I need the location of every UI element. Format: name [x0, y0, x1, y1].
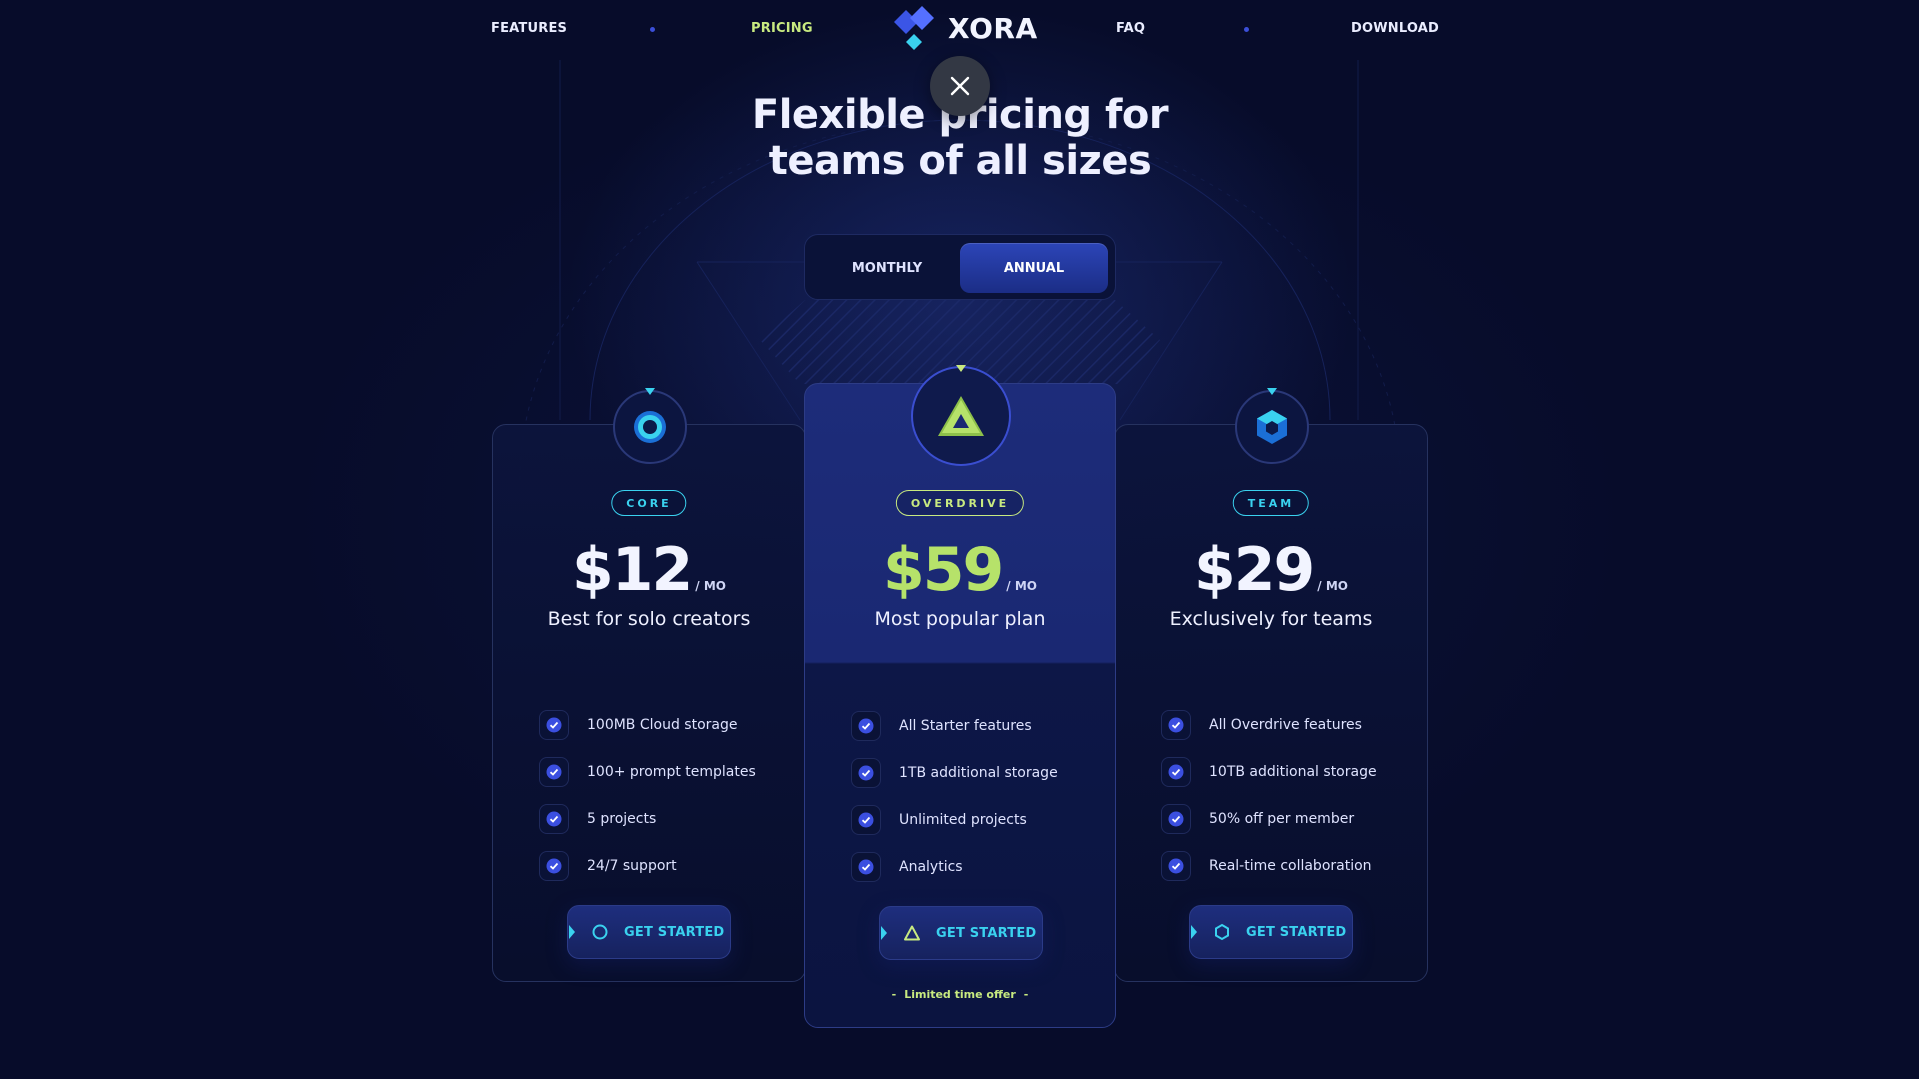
plan-badge: CORE	[611, 490, 687, 516]
check-icon	[851, 851, 881, 882]
plan-card-team: TEAM $29 / MO Exclusively for teams All …	[1114, 388, 1428, 982]
check-icon	[851, 804, 881, 835]
feature-item: 100MB Cloud storage	[539, 701, 756, 748]
check-icon	[1161, 803, 1191, 834]
logo[interactable]: XORA	[892, 4, 1038, 52]
feature-list: All Starter features 1TB additional stor…	[851, 702, 1058, 890]
feature-item: Analytics	[851, 843, 1058, 890]
feature-item: 100+ prompt templates	[539, 748, 756, 795]
plan-description: Most popular plan	[874, 608, 1046, 630]
nav-features-link[interactable]: FEATURES	[491, 21, 567, 36]
feature-item: 24/7 support	[539, 842, 756, 889]
plan-description: Best for solo creators	[547, 608, 751, 630]
price-unit: / MO	[1317, 579, 1348, 593]
check-icon	[1161, 756, 1191, 787]
nav-pricing-link[interactable]: PRICING	[751, 21, 813, 36]
feature-item: Real-time collaboration	[1161, 842, 1377, 889]
get-started-button[interactable]: GET STARTED	[567, 905, 731, 959]
feature-list: All Overdrive features 10TB additional s…	[1161, 701, 1377, 889]
feature-item: 5 projects	[539, 795, 756, 842]
offer-text: Limited time offer	[904, 988, 1016, 1001]
limited-offer-note: - Limited time offer -	[891, 988, 1029, 1001]
plan-card-core: CORE $12 / MO Best for solo creators 100…	[492, 388, 806, 982]
plan-price: $12 / MO	[493, 535, 805, 605]
plan-price: $29 / MO	[1115, 535, 1427, 605]
circle-outline-icon	[590, 922, 610, 942]
nav-download-link[interactable]: DOWNLOAD	[1351, 21, 1439, 36]
plan-icon-wrapper	[911, 365, 1011, 466]
button-notch	[569, 925, 575, 939]
plan-icon-wrapper	[1235, 388, 1309, 464]
feature-list: 100MB Cloud storage 100+ prompt template…	[539, 701, 756, 889]
check-icon	[539, 709, 569, 740]
feature-text: 100+ prompt templates	[587, 763, 756, 780]
feature-text: 5 projects	[587, 810, 657, 827]
get-started-button[interactable]: GET STARTED	[879, 906, 1043, 960]
button-label: GET STARTED	[1246, 924, 1347, 940]
feature-item: All Overdrive features	[1161, 701, 1377, 748]
check-icon	[851, 757, 881, 788]
feature-text: All Overdrive features	[1209, 716, 1362, 733]
check-icon	[539, 803, 569, 834]
nav-faq-link[interactable]: FAQ	[1116, 21, 1145, 36]
plan-icon-wrapper	[613, 388, 687, 464]
price-unit: / MO	[695, 579, 726, 593]
feature-item: All Starter features	[851, 702, 1058, 749]
icon-tick-mark	[1267, 388, 1277, 395]
top-nav: FEATURES PRICING XORA FAQ DOWNLOAD	[0, 0, 1919, 58]
check-icon	[539, 756, 569, 787]
check-icon	[539, 850, 569, 881]
triangle-overdrive-icon	[938, 396, 984, 436]
plan-price: $59 / MO	[805, 535, 1115, 605]
feature-item: 1TB additional storage	[851, 749, 1058, 796]
button-notch	[1191, 925, 1197, 939]
toggle-monthly[interactable]: MONTHLY	[813, 243, 961, 293]
icon-tick-mark	[645, 388, 655, 395]
feature-text: Unlimited projects	[899, 811, 1027, 828]
check-icon	[851, 710, 881, 741]
plan-description: Exclusively for teams	[1169, 608, 1373, 630]
check-icon	[1161, 850, 1191, 881]
triangle-outline-icon	[902, 923, 922, 943]
circle-core-icon	[634, 411, 666, 443]
nav-separator-dot	[650, 27, 655, 32]
logo-text: XORA	[948, 11, 1038, 45]
feature-item: Unlimited projects	[851, 796, 1058, 843]
price-unit: / MO	[1006, 579, 1037, 593]
billing-toggle: MONTHLY ANNUAL	[804, 234, 1116, 300]
plan-card-overdrive: OVERDRIVE $59 / MO Most popular plan All…	[804, 365, 1116, 1028]
close-icon	[950, 76, 970, 96]
button-label: GET STARTED	[624, 924, 725, 940]
hexagon-outline-icon	[1212, 922, 1232, 942]
nav-separator-dot	[1244, 27, 1249, 32]
button-label: GET STARTED	[936, 925, 1037, 941]
button-notch	[881, 926, 887, 940]
feature-text: Analytics	[899, 858, 963, 875]
feature-text: 24/7 support	[587, 857, 677, 874]
feature-text: All Starter features	[899, 717, 1032, 734]
get-started-button[interactable]: GET STARTED	[1189, 905, 1353, 959]
xora-logo-icon	[894, 6, 934, 50]
plan-badge: TEAM	[1232, 490, 1310, 516]
price-amount: $59	[883, 535, 1004, 605]
toggle-annual[interactable]: ANNUAL	[960, 243, 1108, 293]
icon-tick-mark	[956, 365, 966, 372]
check-icon	[1161, 709, 1191, 740]
feature-item: 50% off per member	[1161, 795, 1377, 842]
feature-text: 50% off per member	[1209, 810, 1355, 827]
feature-text: 100MB Cloud storage	[587, 716, 738, 733]
plan-badge: OVERDRIVE	[895, 490, 1025, 516]
feature-text: Real-time collaboration	[1209, 857, 1372, 874]
page-title-line-2: teams of all sizes	[768, 138, 1152, 184]
price-amount: $12	[572, 535, 693, 605]
feature-item: 10TB additional storage	[1161, 748, 1377, 795]
hexagon-team-icon	[1257, 410, 1287, 444]
feature-text: 10TB additional storage	[1209, 763, 1377, 780]
price-amount: $29	[1194, 535, 1315, 605]
close-button[interactable]	[930, 56, 990, 116]
feature-text: 1TB additional storage	[899, 764, 1058, 781]
